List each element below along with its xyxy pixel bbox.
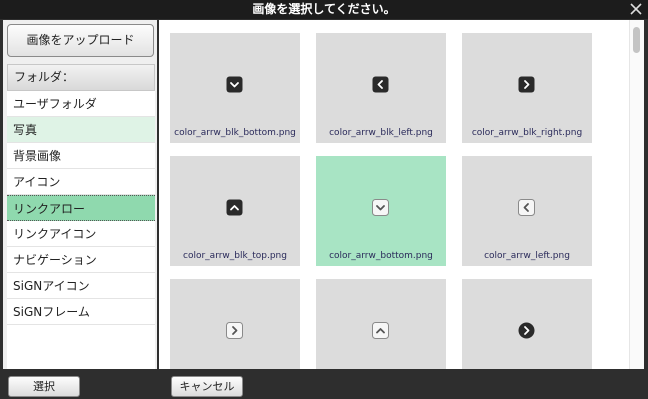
dialog-title: 画像を選択してください。: [252, 2, 396, 16]
image-filename: color_arrw_blk_left.png: [329, 128, 433, 138]
image-tile[interactable]: color_arrw_blk_left.png: [316, 33, 446, 143]
image-tile[interactable]: color_arrw_left.png: [462, 156, 592, 266]
chevron-right-light-icon: [226, 322, 243, 339]
chevron-right-circle-dark-icon: [518, 322, 535, 339]
folder-item[interactable]: リンクアロー: [7, 195, 155, 221]
image-filename: color_arrw_blk_bottom.png: [174, 128, 296, 138]
dialog-footer: 選択 キャンセル: [0, 371, 648, 399]
image-tile[interactable]: [170, 279, 300, 369]
folder-panel: 画像をアップロード フォルダ： ユーザフォルダ 写真 背景画像 アイコン リンクアローリ…: [3, 20, 157, 369]
folder-item[interactable]: リンクアイコン: [7, 221, 155, 247]
chevron-up-dark-icon: [226, 199, 243, 216]
chevron-down-light-icon: [372, 199, 389, 216]
folder-item[interactable]: アイコン: [7, 169, 155, 195]
folder-header: フォルダ：: [7, 64, 155, 91]
image-filename: color_arrw_left.png: [484, 251, 570, 261]
folder-item[interactable]: ユーザフォルダ: [7, 91, 155, 117]
folder-item[interactable]: 背景画像: [7, 143, 155, 169]
image-grid[interactable]: color_arrw_blk_bottom.png color_arrw_blk_…: [159, 20, 644, 369]
image-filename: color_arrw_blk_right.png: [471, 128, 583, 138]
chevron-right-dark-icon: [518, 76, 535, 93]
image-filename: color_arrw_blk_top.png: [183, 251, 287, 261]
chevron-left-light-icon: [518, 199, 535, 216]
image-tile[interactable]: [462, 279, 592, 369]
upload-image-button[interactable]: 画像をアップロード: [7, 24, 154, 57]
dialog-titlebar: 画像を選択してください。: [0, 0, 648, 19]
chevron-up-light-icon: [372, 322, 389, 339]
folder-list: ユーザフォルダ 写真 背景画像 アイコン リンクアロー リンクアイコン ナビゲーション SiG…: [7, 91, 155, 369]
image-filename: color_arrw_bottom.png: [329, 251, 433, 261]
close-icon[interactable]: [629, 2, 643, 16]
folder-item[interactable]: ナビゲーション: [7, 247, 155, 273]
image-tile[interactable]: color_arrw_blk_right.png: [462, 33, 592, 143]
image-select-dialog: 画像を選択してください。 画像をアップロード フォルダ： ユーザフォルダ 写真 背景…: [0, 0, 648, 399]
image-tile[interactable]: [316, 279, 446, 369]
folder-item[interactable]: SiGNフレーム: [7, 299, 155, 325]
chevron-left-dark-icon: [372, 76, 389, 93]
scrollbar-thumb[interactable]: [633, 27, 640, 53]
folder-item[interactable]: SiGNアイコン: [7, 273, 155, 299]
chevron-down-dark-icon: [226, 76, 243, 93]
scrollbar[interactable]: [629, 20, 644, 369]
folder-item[interactable]: 写真: [7, 117, 155, 143]
cancel-button[interactable]: キャンセル: [171, 376, 243, 397]
select-button[interactable]: 選択: [8, 376, 80, 397]
image-tile[interactable]: color_arrw_blk_bottom.png: [170, 33, 300, 143]
image-tile[interactable]: color_arrw_blk_top.png: [170, 156, 300, 266]
image-tile[interactable]: color_arrw_bottom.png: [316, 156, 446, 266]
